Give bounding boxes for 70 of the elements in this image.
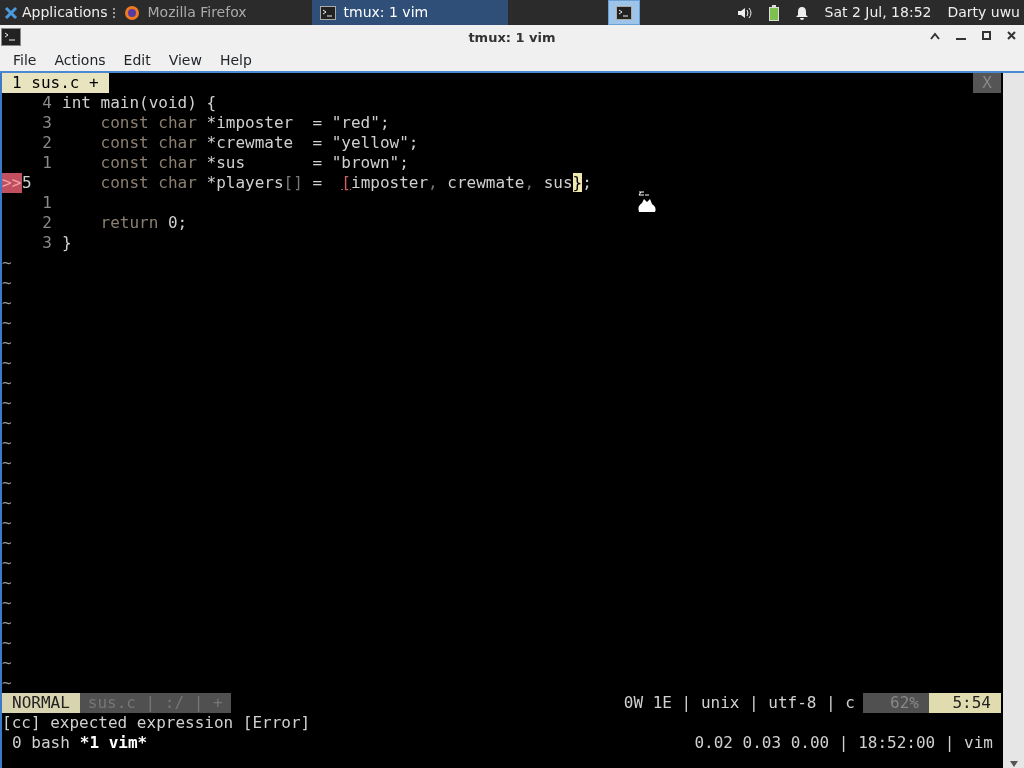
tmux-status: 0.02 0.03 0.00 | 18:52:00 | vim xyxy=(694,733,994,753)
empty-line-marker: ~ xyxy=(2,413,13,433)
maximize-icon[interactable] xyxy=(982,31,991,40)
line-number: 1 xyxy=(41,153,53,173)
tmux-window[interactable]: *1 vim* xyxy=(79,733,148,753)
close-icon[interactable] xyxy=(1007,31,1016,40)
bell-icon[interactable] xyxy=(794,5,809,20)
empty-line-marker: ~ xyxy=(2,273,13,293)
menu-item[interactable]: Help xyxy=(210,50,261,71)
empty-line-marker: ~ xyxy=(2,313,13,333)
terminal-launcher[interactable] xyxy=(607,0,640,25)
terminal-icon xyxy=(319,5,336,20)
menu-item[interactable]: File xyxy=(4,50,46,71)
empty-line-marker: ~ xyxy=(2,593,13,613)
handle-icon xyxy=(111,6,116,19)
cursor-position: 5:54 xyxy=(929,693,1001,713)
battery-icon[interactable] xyxy=(768,4,779,21)
empty-line-marker: ~ xyxy=(2,613,13,633)
line-number: 2 xyxy=(41,213,53,233)
chevron-up-icon[interactable] xyxy=(930,31,940,40)
code-line: int main(void) { xyxy=(62,93,217,112)
empty-line-marker: ~ xyxy=(2,573,13,593)
empty-line-marker: ~ xyxy=(2,493,13,513)
x-logo-icon xyxy=(4,5,18,20)
code-line: return 0; xyxy=(99,213,188,232)
empty-line-marker: ~ xyxy=(2,393,13,413)
taskbar-button[interactable]: Mozilla Firefox xyxy=(115,0,312,25)
menu-item[interactable]: Actions xyxy=(45,50,115,71)
code-line: } xyxy=(62,233,72,252)
applications-menu[interactable]: Applications xyxy=(0,2,112,23)
line-number: 3 xyxy=(41,233,53,253)
terminal-icon xyxy=(615,5,632,20)
file-format-info: 0W 1E | unix | utf-8 | c xyxy=(623,693,856,713)
empty-line-marker: ~ xyxy=(2,333,13,353)
empty-line-marker: ~ xyxy=(2,473,13,493)
scroll-percent: 62% xyxy=(863,693,929,713)
code-line: const char *imposter = "red"; xyxy=(99,113,390,132)
code-line: const char *players[] = [imposter, crewmate, sus}; xyxy=(99,173,592,192)
volume-icon[interactable] xyxy=(736,5,753,20)
empty-line-marker: ~ xyxy=(2,513,13,533)
menu-item[interactable]: Edit xyxy=(114,50,160,71)
tab[interactable]: 1 sus.c + xyxy=(2,73,109,93)
empty-line-marker: ~ xyxy=(2,253,13,273)
user-name[interactable]: Darty uwu xyxy=(947,2,1020,23)
code-line: const char *crewmate = "yellow"; xyxy=(99,133,419,152)
error-message: [cc] expected expression [Error] xyxy=(2,713,312,733)
empty-line-marker: ~ xyxy=(2,353,13,373)
tmux-window[interactable]: 0 bash xyxy=(12,733,70,753)
window-title: tmux: 1 vim xyxy=(468,28,556,47)
line-number: 3 xyxy=(41,113,53,133)
clock[interactable]: Sat 2 Jul, 18:52 xyxy=(824,2,932,23)
empty-line-marker: ~ xyxy=(2,633,13,653)
scroll-down-icon[interactable] xyxy=(1008,760,1019,768)
empty-line-marker: ~ xyxy=(2,373,13,393)
sign-marker: >> xyxy=(2,173,22,193)
line-number: 1 xyxy=(41,193,53,213)
empty-line-marker: ~ xyxy=(2,453,13,473)
line-number: 2 xyxy=(41,133,53,153)
empty-line-marker: ~ xyxy=(2,653,13,673)
empty-line-marker: ~ xyxy=(2,293,13,313)
empty-line-marker: ~ xyxy=(2,673,13,693)
taskbar-button[interactable]: tmux: 1 vim xyxy=(311,0,508,25)
line-number: 5 xyxy=(22,173,33,193)
empty-line-marker: ~ xyxy=(2,433,13,453)
empty-line-marker: ~ xyxy=(2,553,13,573)
code-line: const char *sus = "brown"; xyxy=(99,153,409,172)
line-number: 4 xyxy=(41,93,53,113)
menu-item[interactable]: View xyxy=(159,50,211,71)
empty-line-marker: ~ xyxy=(2,533,13,553)
mode-indicator: NORMAL xyxy=(2,693,80,713)
